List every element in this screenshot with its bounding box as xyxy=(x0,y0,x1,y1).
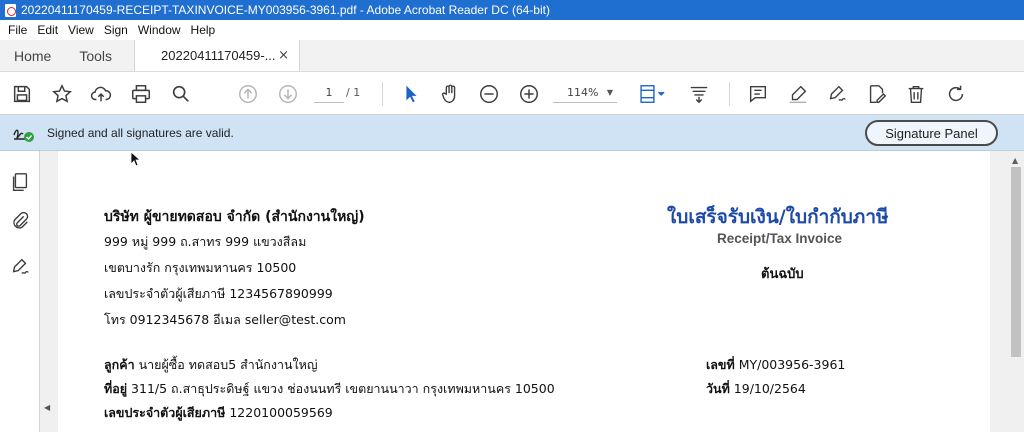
invoice-date-value: 19/10/2564 xyxy=(729,381,806,396)
page-thumbnails-icon[interactable] xyxy=(8,170,32,194)
menu-help[interactable]: Help xyxy=(187,23,222,37)
address-label: ที่อยู่ xyxy=(104,381,128,396)
document-title-thai: ใบเสร็จรับเงิน/ใบกำกับภาษี xyxy=(667,206,889,228)
signature-valid-icon xyxy=(12,123,36,143)
tab-home[interactable]: Home xyxy=(0,40,65,71)
search-icon[interactable] xyxy=(169,82,193,106)
close-tab-icon[interactable]: × xyxy=(278,48,289,63)
menu-edit[interactable]: Edit xyxy=(33,23,64,37)
select-cursor-icon[interactable] xyxy=(399,82,423,106)
scrollbar-thumb[interactable] xyxy=(1011,167,1021,357)
signature-status-bar: Signed and all signatures are valid. Sig… xyxy=(0,115,1024,151)
highlight-pen-icon[interactable] xyxy=(786,82,810,106)
collapse-panel-arrow-icon[interactable]: ◀ xyxy=(44,403,50,412)
toolbar-divider xyxy=(382,82,383,106)
tab-tools[interactable]: Tools xyxy=(65,40,126,71)
zoom-out-icon[interactable] xyxy=(477,82,501,106)
pdf-page: บริษัท ผู้ขายทดสอบ จำกัด (สำนักงานใหญ่) … xyxy=(58,151,990,432)
buyer-address-line: ที่อยู่ 311/5 ถ.สาธุประดิษฐ์ แขวง ช่องนน… xyxy=(104,379,555,399)
buyer-taxid-label: เลขประจำตัวผู้เสียภาษี xyxy=(104,405,226,420)
seller-contact-line: โทร 0912345678 อีเมล seller@test.com xyxy=(104,312,346,327)
attachment-paperclip-icon[interactable] xyxy=(8,209,32,233)
mouse-cursor-icon xyxy=(130,151,141,167)
customer-label: ลูกค้า xyxy=(104,357,135,372)
cloud-upload-icon[interactable] xyxy=(89,82,113,106)
edit-document-icon[interactable] xyxy=(865,82,889,106)
buyer-customer-line: ลูกค้า นายผู้ซื้อ ทดสอบ5 สำนักงานใหญ่ xyxy=(104,355,318,375)
redo-rotate-icon[interactable] xyxy=(944,82,968,106)
signature-panel-button[interactable]: Signature Panel xyxy=(865,120,998,146)
seller-address-line: 999 หมู่ 999 ถ.สาทร 999 แขวงสีลม xyxy=(104,234,307,249)
invoice-date-label: วันที่ xyxy=(706,381,730,396)
left-navigation-rail xyxy=(0,151,40,432)
menu-bar: File Edit View Sign Window Help xyxy=(0,20,1024,40)
tab-document[interactable]: 20220411170459-... × xyxy=(134,40,301,71)
trash-icon[interactable] xyxy=(904,82,928,106)
sign-pen-icon[interactable] xyxy=(825,82,849,106)
document-title-english: Receipt/Tax Invoice xyxy=(717,231,843,246)
save-icon[interactable] xyxy=(10,82,34,106)
invoice-date-line: วันที่ 19/10/2564 xyxy=(706,379,806,399)
comment-icon[interactable] xyxy=(746,82,770,106)
seller-taxid-line: เลขประจำตัวผู้เสียภาษี 1234567890999 xyxy=(104,286,333,301)
seller-company-name: บริษัท ผู้ขายทดสอบ จำกัด (สำนักงานใหญ่) xyxy=(104,209,365,225)
invoice-number-line: เลขที่ MY/003956-3961 xyxy=(706,355,845,375)
address-value: 311/5 ถ.สาธุประดิษฐ์ แขวง ช่องนนทรี เขตย… xyxy=(127,381,555,396)
fit-page-icon[interactable] xyxy=(637,82,669,106)
window-title-bar: 20220411170459-RECEIPT-TAXINVOICE-MY0039… xyxy=(0,0,1024,20)
zoom-level-select[interactable]: 114% ▼ xyxy=(553,83,617,103)
document-copy-label: ต้นฉบับ xyxy=(761,267,804,282)
previous-page-icon[interactable] xyxy=(236,82,260,106)
star-icon[interactable] xyxy=(50,82,74,106)
seller-district-line: เขตบางรัก กรุงเทพมหานคร 10500 xyxy=(104,260,297,275)
tab-bar: Home Tools 20220411170459-... × xyxy=(0,40,1024,72)
page-number-input[interactable]: 1 xyxy=(314,83,344,103)
chevron-down-icon: ▼ xyxy=(606,88,613,97)
zoom-level-value: 114% xyxy=(567,86,599,99)
zoom-in-icon[interactable] xyxy=(517,82,541,106)
menu-window[interactable]: Window xyxy=(134,23,187,37)
signature-panel-icon[interactable] xyxy=(8,255,32,279)
document-tab-label: 20220411170459-... xyxy=(161,48,276,63)
customer-value: นายผู้ซื้อ ทดสอบ5 สำนักงานใหญ่ xyxy=(134,357,318,372)
buyer-taxid-value: 1220100059569 xyxy=(225,405,333,420)
menu-view[interactable]: View xyxy=(64,23,100,37)
scrolling-mode-icon[interactable] xyxy=(687,82,711,106)
next-page-icon[interactable] xyxy=(276,82,300,106)
buyer-taxid-line: เลขประจำตัวผู้เสียภาษี 1220100059569 xyxy=(104,403,333,423)
signature-status-message: Signed and all signatures are valid. xyxy=(47,126,234,140)
hand-tool-icon[interactable] xyxy=(438,82,462,106)
print-icon[interactable] xyxy=(129,82,153,106)
vertical-scrollbar[interactable]: ▲ xyxy=(1008,151,1024,432)
invoice-number-value: MY/003956-3961 xyxy=(734,357,846,372)
document-viewport[interactable]: ◀ บริษัท ผู้ขายทดสอบ จำกัด (สำนักงานใหญ่… xyxy=(40,151,1024,432)
scroll-up-arrow-icon[interactable]: ▲ xyxy=(1012,156,1018,165)
menu-file[interactable]: File xyxy=(4,23,33,37)
main-toolbar: 1 / 1 114% ▼ xyxy=(0,72,1024,115)
acrobat-pdf-icon xyxy=(5,3,16,17)
invoice-number-label: เลขที่ xyxy=(706,357,735,372)
page-total: / 1 xyxy=(346,86,361,99)
toolbar-divider xyxy=(729,82,730,106)
window-title: 20220411170459-RECEIPT-TAXINVOICE-MY0039… xyxy=(21,3,550,17)
menu-sign[interactable]: Sign xyxy=(100,23,134,37)
